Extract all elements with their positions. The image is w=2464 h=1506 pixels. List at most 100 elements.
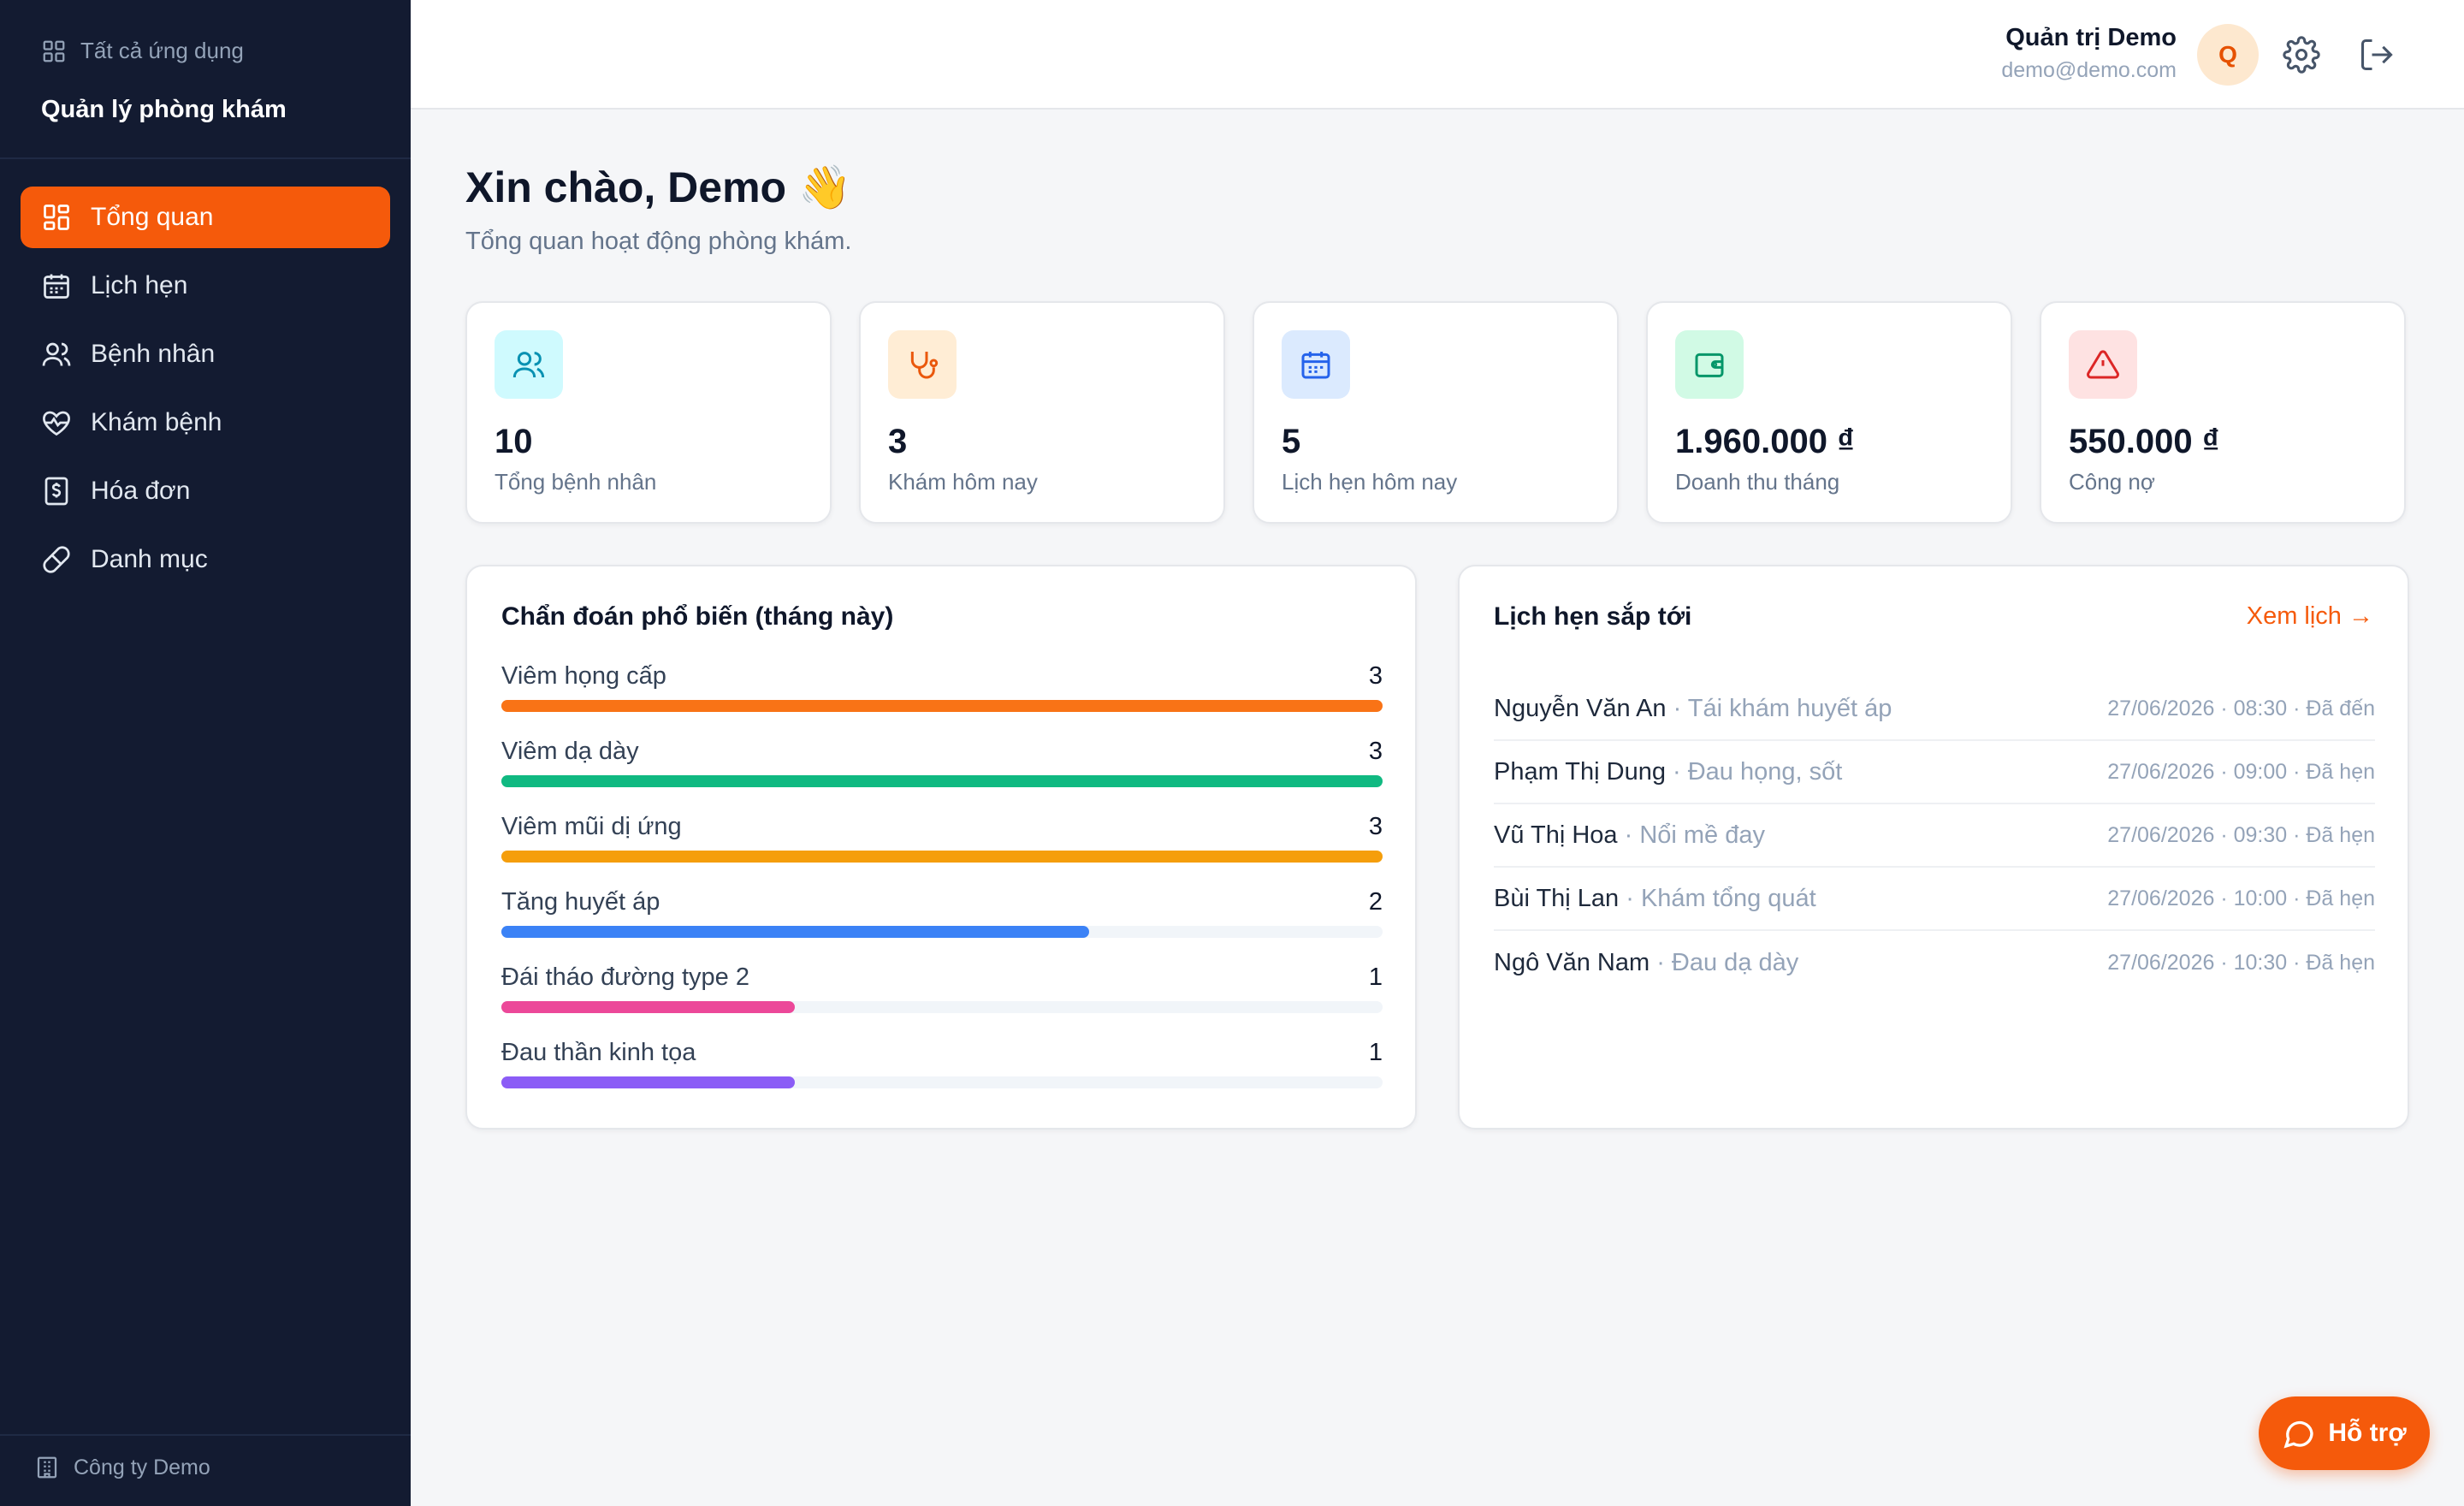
diagnosis-count: 3 (1368, 662, 1383, 690)
appointment-patient: Phạm Thị Dung (1494, 757, 1666, 786)
sidebar-item-patients[interactable]: Bệnh nhân (21, 323, 390, 385)
appointment-patient: Bùi Thị Lan (1494, 884, 1620, 912)
stat-label: Doanh thu tháng (1675, 469, 1840, 495)
diagnosis-name: Viêm mũi dị ứng (501, 813, 682, 840)
top-header: Quản trị Demo demo@demo.com Q (411, 0, 2464, 110)
appointment-row[interactable]: Nguyễn Văn An · Tái khám huyết áp 27/06/… (1494, 678, 2375, 741)
view-calendar-link[interactable]: Xem lịch → (2247, 602, 2373, 631)
sidebar-item-label: Tổng quan (91, 203, 214, 231)
diagnosis-bar (501, 926, 1089, 938)
diagnosis-row: Đái tháo đường type 2 1 (501, 963, 1383, 1039)
stat-icon-box (888, 330, 957, 399)
appointment-patient: Nguyễn Văn An (1494, 694, 1667, 722)
diagnosis-bar (501, 775, 1383, 787)
stat-card-patients[interactable]: 10 Tổng bệnh nhân (465, 301, 832, 524)
diagnosis-row: Viêm mũi dị ứng 3 (501, 813, 1383, 888)
diagnosis-count: 3 (1368, 813, 1383, 840)
sidebar-item-label: Bệnh nhân (91, 340, 216, 368)
logout-icon (2360, 39, 2393, 71)
appointment-patient: Ngô Văn Nam (1494, 948, 1650, 976)
stat-label: Khám hôm nay (888, 469, 1038, 495)
wallet-icon (1695, 353, 1724, 377)
all-apps-label: Tất cả ứng dụng (80, 38, 244, 63)
sidebar-item-examination[interactable]: Khám bệnh (21, 392, 390, 454)
users-icon (42, 342, 71, 366)
building-icon (37, 1456, 57, 1479)
diagnosis-count: 3 (1368, 738, 1383, 765)
stat-value: 1.960.000 ₫ (1675, 423, 1855, 460)
users-icon (512, 352, 545, 378)
diagnoses-list: Viêm họng cấp 3 Viêm dạ dày 3 Viêm mũi d… (501, 662, 1383, 1114)
diagnosis-bar-track (501, 926, 1383, 938)
stat-icon-box (1282, 330, 1350, 399)
stat-card-appointments-today[interactable]: 5 Lịch hẹn hôm nay (1253, 301, 1619, 524)
sidebar-nav: Tổng quan Lịch hẹn Bệnh nhân Khám bệnh H… (21, 187, 390, 597)
logout-button[interactable] (2358, 36, 2396, 74)
company-switcher[interactable]: Công ty Demo (34, 1455, 210, 1480)
diagnosis-name: Viêm họng cấp (501, 662, 666, 690)
appointments-list: Nguyễn Văn An · Tái khám huyết áp 27/06/… (1494, 678, 2375, 994)
user-email: demo@demo.com (2001, 58, 2177, 82)
upcoming-appointments-panel: Lịch hẹn sắp tới Xem lịch → Nguyễn Văn A… (1458, 565, 2409, 1130)
pill-icon (43, 546, 70, 573)
stat-label: Tổng bệnh nhân (495, 469, 657, 495)
sidebar: Tất cả ứng dụng Quản lý phòng khám Tổng … (0, 0, 411, 1506)
calendar-icon (44, 274, 69, 299)
diagnosis-bar (501, 851, 1383, 863)
appointment-row[interactable]: Bùi Thị Lan · Khám tổng quát 27/06/2026 … (1494, 868, 2375, 931)
stat-value: 10 (495, 423, 533, 460)
diagnosis-name: Đái tháo đường type 2 (501, 963, 749, 991)
diagnosis-name: Viêm dạ dày (501, 738, 639, 765)
diagnosis-bar-track (501, 1001, 1383, 1013)
sidebar-item-overview[interactable]: Tổng quan (21, 187, 390, 248)
company-name: Công ty Demo (74, 1455, 210, 1479)
sidebar-item-appointments[interactable]: Lịch hẹn (21, 255, 390, 317)
stat-card-debt[interactable]: 550.000 ₫ Công nợ (2040, 301, 2406, 524)
grid-icon (43, 40, 65, 62)
appointment-note: · Nổi mề đay (1617, 821, 1765, 849)
sidebar-item-invoices[interactable]: Hóa đơn (21, 460, 390, 522)
appointment-row[interactable]: Vũ Thị Hoa · Nổi mề đay 27/06/2026 · 09:… (1494, 804, 2375, 868)
sidebar-item-label: Khám bệnh (91, 408, 222, 436)
stat-value: 5 (1282, 423, 1301, 460)
help-button[interactable]: Hỗ trợ (2259, 1396, 2430, 1470)
diagnosis-bar-track (501, 775, 1383, 787)
appointment-row[interactable]: Phạm Thị Dung · Đau họng, sốt 27/06/2026… (1494, 741, 2375, 804)
page-title: Xin chào, Demo 👋 (465, 163, 852, 211)
stat-icon-box (495, 330, 563, 399)
diagnosis-count: 1 (1368, 1039, 1383, 1066)
stat-value: 550.000 ₫ (2069, 423, 2220, 460)
gear-icon (2283, 36, 2320, 74)
stats-cards: 10 Tổng bệnh nhân 3 Khám hôm nay 5 Lịch … (465, 301, 2409, 524)
brand-title: Quản lý phòng khám (41, 96, 287, 123)
stat-label: Công nợ (2069, 469, 2155, 495)
sidebar-divider (0, 157, 411, 159)
sidebar-item-label: Hóa đơn (91, 477, 191, 505)
diagnosis-name: Tăng huyết áp (501, 888, 660, 916)
help-label: Hỗ trợ (2328, 1419, 2407, 1447)
heart-pulse-icon (43, 411, 70, 436)
stat-value: 3 (888, 423, 908, 460)
diagnosis-bar-track (501, 851, 1383, 863)
all-apps-link[interactable]: Tất cả ứng dụng (41, 38, 244, 64)
diagnosis-bar (501, 1001, 796, 1013)
stat-card-revenue[interactable]: 1.960.000 ₫ Doanh thu tháng (1646, 301, 2012, 524)
stat-card-exams-today[interactable]: 3 Khám hôm nay (859, 301, 1225, 524)
diagnosis-bar (501, 700, 1383, 712)
appointment-row[interactable]: Ngô Văn Nam · Đau dạ dày 27/06/2026 · 10… (1494, 931, 2375, 994)
avatar[interactable]: Q (2197, 24, 2259, 86)
appointment-patient: Vũ Thị Hoa (1494, 821, 1618, 849)
appointments-title: Lịch hẹn sắp tới (1494, 602, 1692, 631)
appointment-time: 27/06/2026 · 09:30 · Đã hẹn (2107, 822, 2375, 847)
appointment-note: · Tái khám huyết áp (1666, 694, 1892, 722)
diagnosis-row: Viêm họng cấp 3 (501, 662, 1383, 738)
appointment-time: 27/06/2026 · 09:00 · Đã hẹn (2107, 759, 2375, 784)
diagnosis-bar (501, 1076, 796, 1088)
sidebar-item-catalog[interactable]: Danh mục (21, 529, 390, 590)
settings-button[interactable] (2283, 36, 2320, 74)
page-subtitle: Tổng quan hoạt động phòng khám. (465, 228, 852, 255)
appointment-note: · Khám tổng quát (1619, 884, 1816, 912)
calendar-icon (1301, 352, 1330, 379)
stat-label: Lịch hẹn hôm nay (1282, 469, 1458, 495)
diagnosis-name: Đau thần kinh tọa (501, 1039, 696, 1066)
